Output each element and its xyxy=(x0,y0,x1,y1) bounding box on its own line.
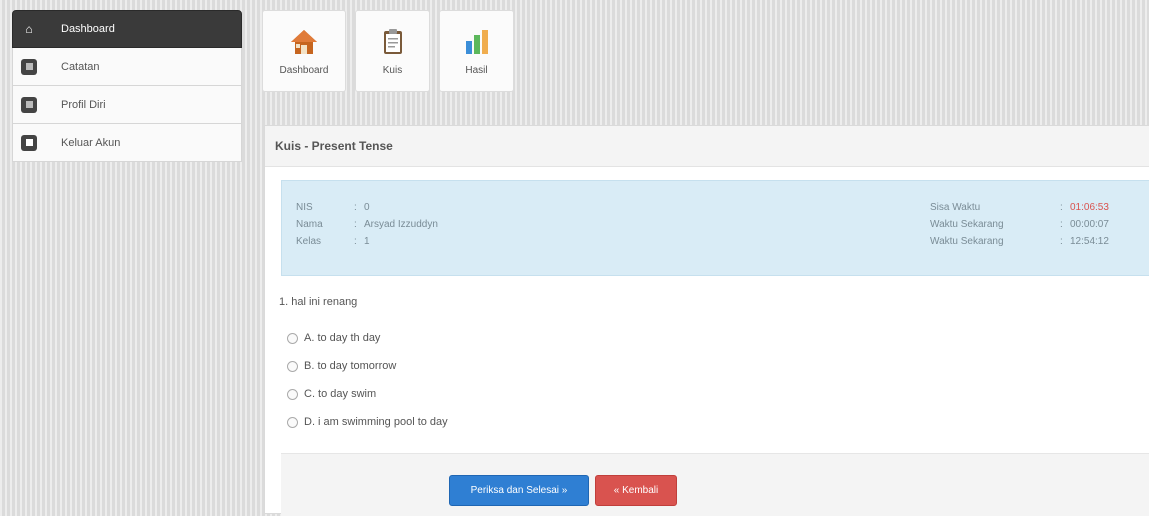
sidebar-item-keluar[interactable]: Keluar Akun xyxy=(12,124,242,162)
clock-value: 12:54:12 xyxy=(1070,236,1109,247)
sisa-waktu-value: 01:06:53 xyxy=(1070,202,1109,213)
quiz-panel: Kuis - Present Tense NIS:0 Nama: Arsyad I… xyxy=(264,125,1149,516)
submit-button[interactable]: Periksa dan Selesai » xyxy=(449,475,589,506)
elapsed-value: 00:00:07 xyxy=(1070,219,1109,230)
shortcut-label: Kuis xyxy=(382,64,403,76)
option-label: B. to day tomorrow xyxy=(304,360,397,372)
shortcut-bar: Dashboard Kuis Hasil xyxy=(262,10,514,110)
clock-row: Waktu Sekarang:12:54:12 xyxy=(930,236,1109,247)
bar-chart-icon xyxy=(465,29,488,54)
clock-label: Waktu Sekarang xyxy=(930,236,1004,247)
house-icon xyxy=(291,29,317,54)
shortcut-kuis[interactable]: Kuis xyxy=(355,10,430,92)
question-body: hal ini renang xyxy=(291,296,358,308)
option-c[interactable]: C. to day swim xyxy=(287,380,448,408)
nis-row: NIS:0 xyxy=(296,202,370,213)
shortcut-label: Dashboard xyxy=(279,64,329,76)
radio-button[interactable] xyxy=(287,360,298,372)
sidebar-item-dashboard[interactable]: ⌂ Dashboard xyxy=(12,10,242,48)
back-button[interactable]: « Kembali xyxy=(595,475,677,506)
panel-title: Kuis - Present Tense xyxy=(265,126,1149,167)
option-a[interactable]: A. to day th day xyxy=(287,324,448,352)
elapsed-label: Waktu Sekarang xyxy=(930,219,1004,230)
option-label: C. to day swim xyxy=(304,388,377,400)
sidebar-item-catatan[interactable]: Catatan xyxy=(12,48,242,86)
radio-button[interactable] xyxy=(287,388,298,400)
kelas-label: Kelas xyxy=(296,236,322,247)
option-label: D. i am swimming pool to day xyxy=(304,416,448,428)
shortcut-dashboard[interactable]: Dashboard xyxy=(262,10,346,92)
nama-value: Arsyad Izzuddyn xyxy=(364,219,438,230)
radio-button[interactable] xyxy=(287,416,298,428)
nis-value: 0 xyxy=(364,202,370,213)
sidebar: ⌂ Dashboard Catatan Profil Diri Keluar A… xyxy=(12,10,242,162)
shortcut-hasil[interactable]: Hasil xyxy=(439,10,514,92)
logout-icon xyxy=(21,134,37,151)
note-icon xyxy=(21,58,37,75)
clipboard-icon xyxy=(383,28,402,54)
option-b[interactable]: B. to day tomorrow xyxy=(287,352,448,380)
nama-row: Nama: Arsyad Izzuddyn xyxy=(296,219,438,230)
radio-button[interactable] xyxy=(287,332,298,344)
sidebar-item-label: Catatan xyxy=(61,60,100,73)
sidebar-item-label: Dashboard xyxy=(61,23,115,35)
home-icon: ⌂ xyxy=(25,22,33,36)
option-d[interactable]: D. i am swimming pool to day xyxy=(287,408,448,436)
student-info-box: NIS:0 Nama: Arsyad Izzuddyn Kelas:1 Sisa … xyxy=(281,180,1149,276)
sisa-waktu-label: Sisa Waktu xyxy=(930,202,981,213)
elapsed-row: Waktu Sekarang:00:00:07 xyxy=(930,219,1109,230)
question-number: 1. xyxy=(279,296,289,308)
shortcut-label: Hasil xyxy=(465,64,488,76)
answer-options: A. to day th day B. to day tomorrow C. t… xyxy=(287,324,448,436)
sisa-waktu-row: Sisa Waktu:01:06:53 xyxy=(930,202,1109,213)
sidebar-item-label: Profil Diri xyxy=(61,98,106,111)
profile-icon xyxy=(21,96,37,113)
kelas-value: 1 xyxy=(364,236,370,247)
sidebar-item-profil[interactable]: Profil Diri xyxy=(12,86,242,124)
sidebar-item-label: Keluar Akun xyxy=(61,136,121,149)
form-actions: Periksa dan Selesai » « Kembali xyxy=(281,453,1149,516)
nis-label: NIS xyxy=(296,202,313,213)
question-text: 1. hal ini renang xyxy=(279,296,357,308)
nama-label: Nama xyxy=(296,219,323,230)
option-label: A. to day th day xyxy=(304,332,381,344)
kelas-row: Kelas:1 xyxy=(296,236,370,247)
